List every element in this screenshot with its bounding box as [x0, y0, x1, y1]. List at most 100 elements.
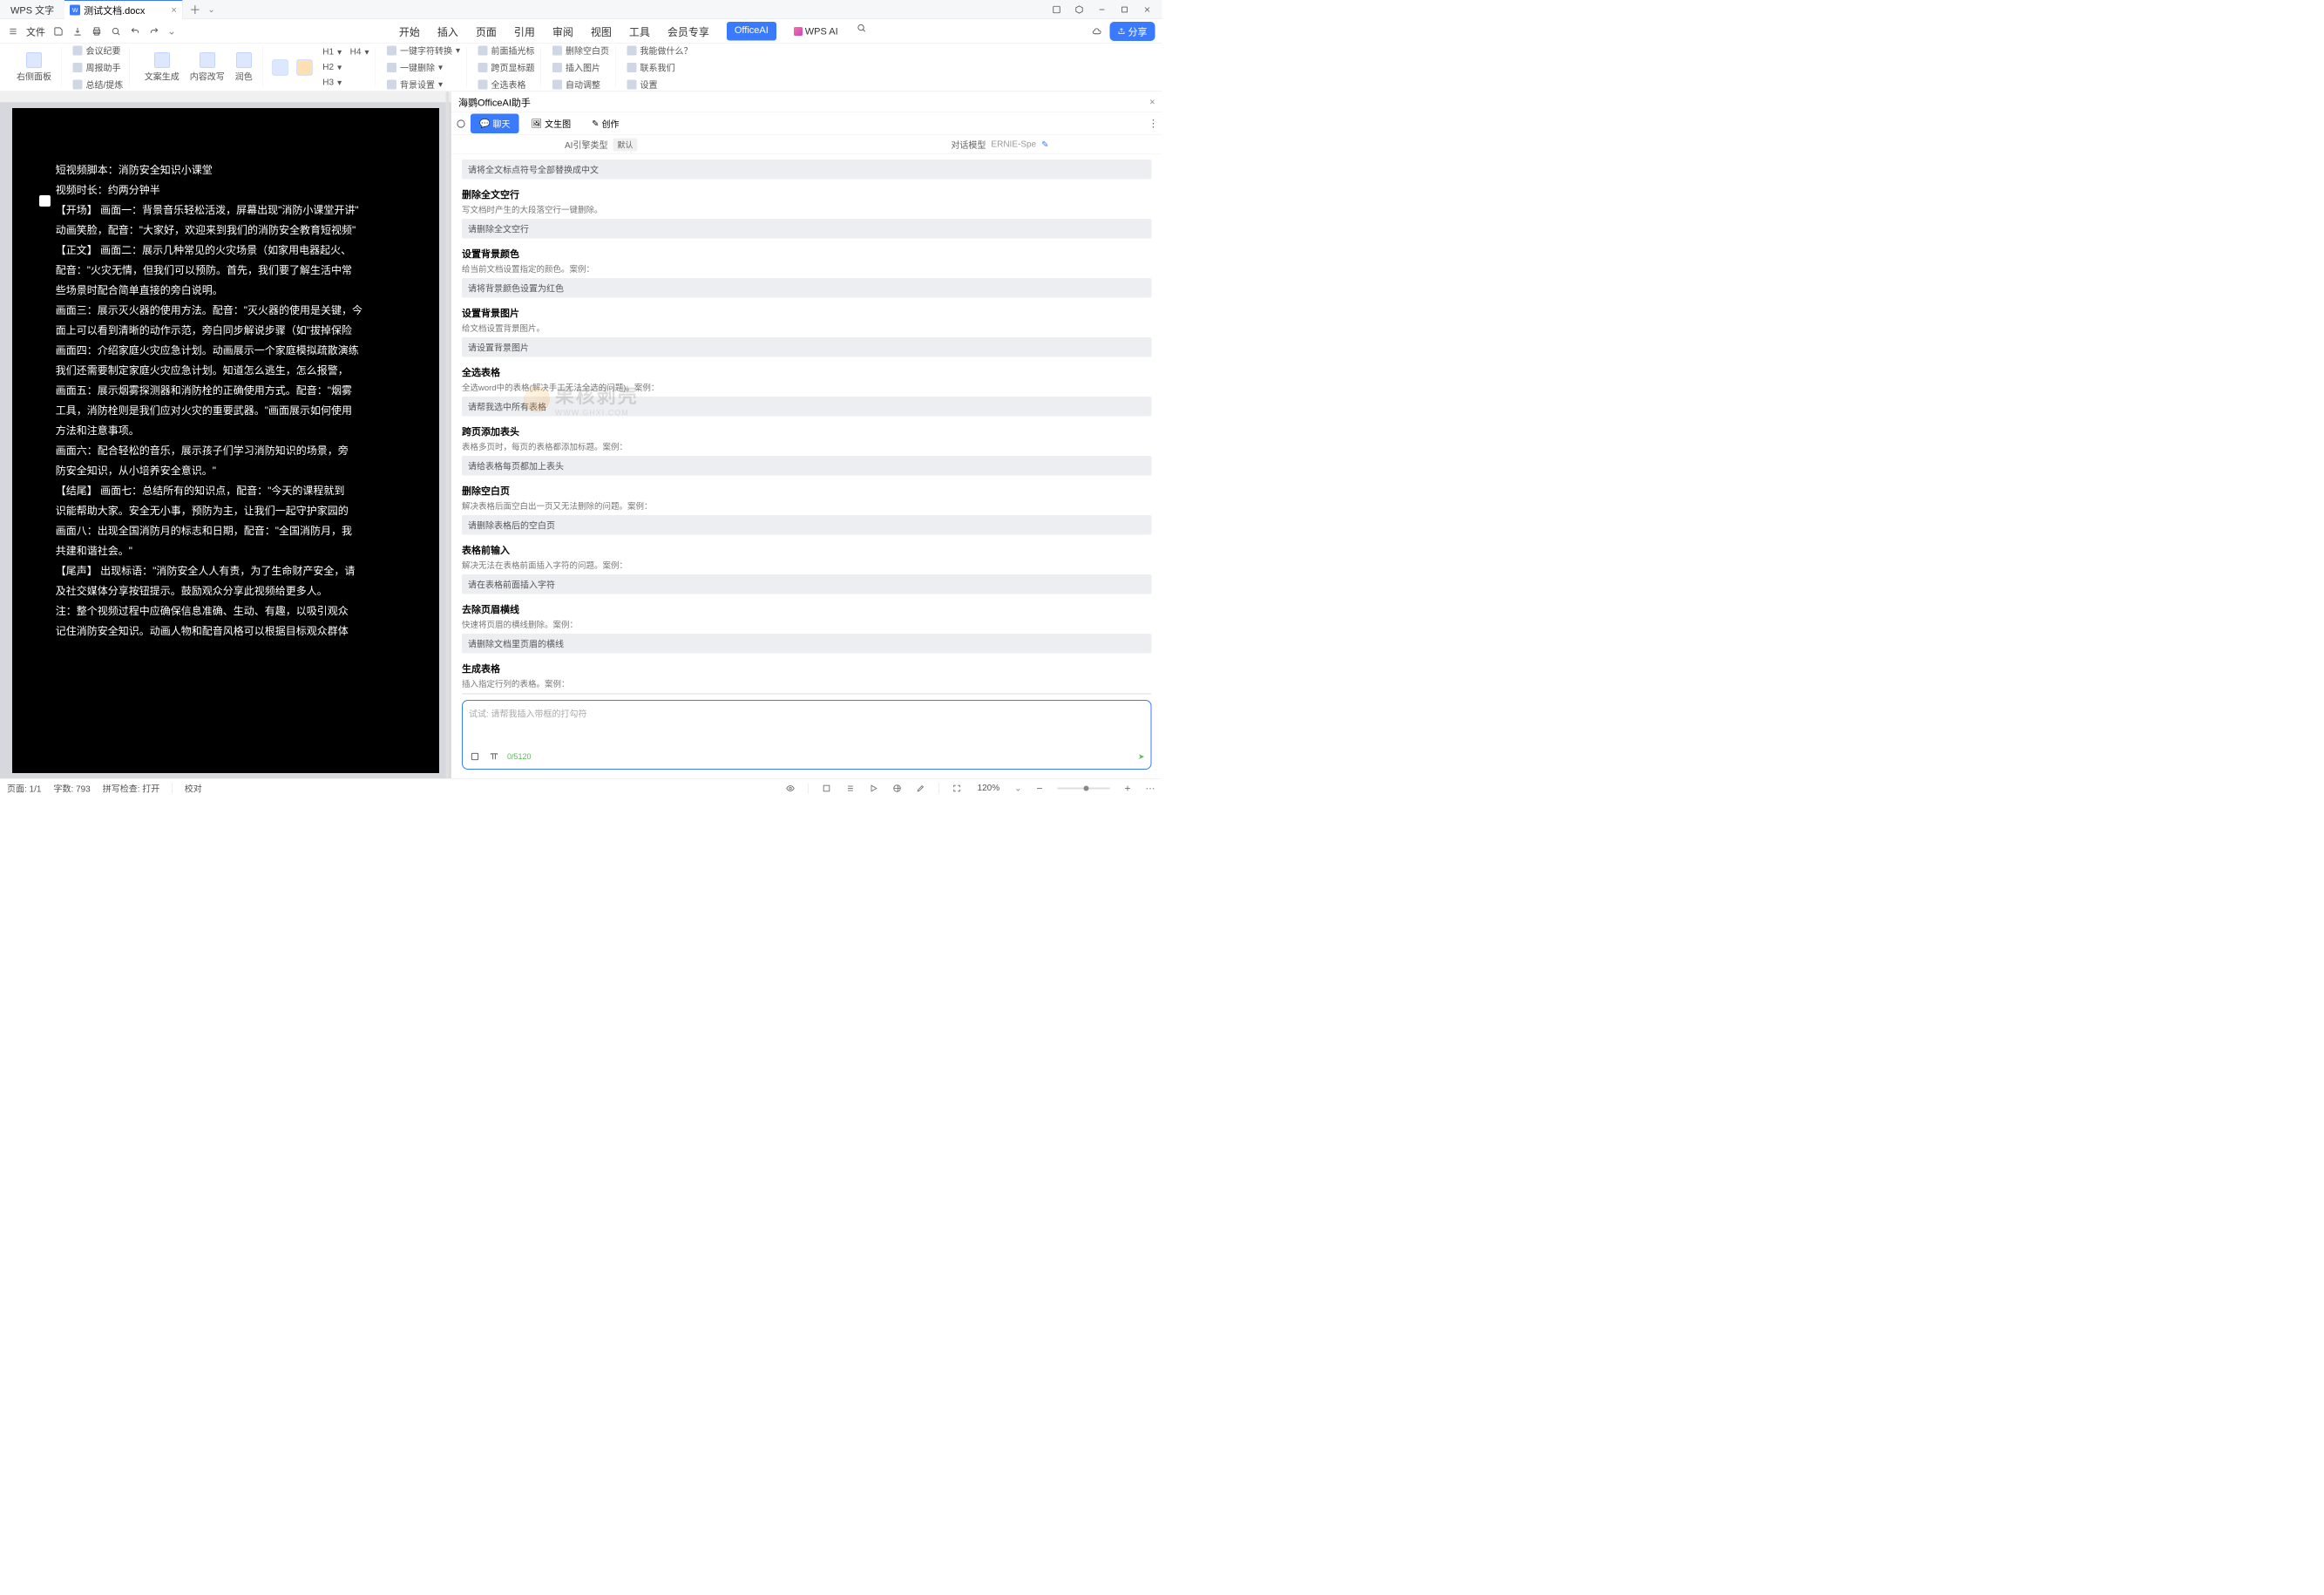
- toolbar-dropdown-icon[interactable]: ⌄: [167, 25, 176, 38]
- ai-suggestion-command[interactable]: 请设置背景图片: [462, 337, 1152, 357]
- ai-model-value[interactable]: ERNIE-Spe: [991, 139, 1036, 150]
- view-eye-icon[interactable]: [785, 783, 796, 794]
- close-tab-icon[interactable]: ×: [171, 4, 176, 16]
- document-tab[interactable]: W 测试文档.docx ×: [64, 0, 182, 19]
- view-list-icon[interactable]: [844, 783, 856, 794]
- new-tab-button[interactable]: ＋: [189, 2, 200, 18]
- menu-tab-page[interactable]: 页面: [476, 22, 497, 41]
- heading-block-icon[interactable]: [272, 59, 288, 75]
- document-line[interactable]: 我们还需要制定家庭火灾应急计划。知道怎么逃生，怎么报警，: [56, 361, 396, 381]
- menu-tab-tools[interactable]: 工具: [629, 22, 650, 41]
- document-line[interactable]: 【尾声】 出现标语："消防安全人人有责，为了生命财产安全，请: [56, 561, 396, 581]
- ai-tab-create[interactable]: ✎创作: [583, 114, 627, 134]
- close-window-icon[interactable]: [1142, 3, 1154, 16]
- ai-suggestion-command[interactable]: 请帮我插入一个5行3列的表格: [462, 693, 1152, 695]
- view-play-icon[interactable]: [868, 783, 879, 794]
- document-line[interactable]: 些场景时配合简单直接的旁白说明。: [56, 281, 396, 301]
- gutter-menu-icon[interactable]: [39, 195, 51, 207]
- ai-home-icon[interactable]: [455, 118, 467, 130]
- status-spellcheck[interactable]: 拼写检查: 打开: [103, 782, 160, 795]
- menu-tab-reference[interactable]: 引用: [514, 22, 535, 41]
- document-page[interactable]: 短视频脚本：消防安全知识小课堂视频时长：约两分钟半【开场】 画面一：背景音乐轻松…: [12, 108, 439, 773]
- ribbon-delete-blank-page[interactable]: 删除空白页: [551, 44, 611, 58]
- document-line[interactable]: 画面五：展示烟雾探测器和消防栓的正确使用方式。配音："烟雾: [56, 381, 396, 401]
- ribbon-side-panel[interactable]: 右侧面板: [11, 52, 57, 83]
- minimize-icon[interactable]: [1096, 3, 1108, 16]
- ai-suggestion-command[interactable]: 请将全文标点符号全部替换成中文: [462, 160, 1152, 180]
- ai-suggestion-command[interactable]: 请给表格每页都加上表头: [462, 456, 1152, 476]
- ai-suggestion-command[interactable]: 请帮我选中所有表格: [462, 397, 1152, 417]
- document-line[interactable]: 记住消防安全知识。动画人物和配音风格可以根据目标观众群体: [56, 621, 396, 641]
- search-icon[interactable]: [856, 22, 868, 34]
- document-line[interactable]: 防安全知识，从小培养安全意识。": [56, 461, 396, 481]
- ribbon-insert-cursor[interactable]: 前面插光标: [476, 44, 536, 58]
- print-preview-icon[interactable]: [110, 25, 122, 37]
- menu-tab-review[interactable]: 审阅: [552, 22, 573, 41]
- menu-tab-view[interactable]: 视图: [591, 22, 612, 41]
- zoom-slider[interactable]: [1058, 787, 1110, 789]
- document-line[interactable]: 画面四：介绍家庭火灾应急计划。动画展示一个家庭模拟疏散演练: [56, 341, 396, 361]
- share-button[interactable]: 分享: [1109, 22, 1155, 41]
- ribbon-weekly-report[interactable]: 周报助手: [71, 60, 125, 75]
- ribbon-rewrite[interactable]: 内容改写: [185, 52, 230, 83]
- statusbar-more-icon[interactable]: ⋯: [1146, 783, 1155, 794]
- ai-more-icon[interactable]: ⋮: [1148, 118, 1159, 131]
- document-line[interactable]: 动画笑脸，配音："大家好，欢迎来到我们的消防安全教育短视频": [56, 221, 396, 241]
- wps-ai-button[interactable]: WPS AI: [794, 22, 838, 41]
- window-layout-icon[interactable]: [1051, 3, 1063, 16]
- ai-suggestions-list[interactable]: 果核剥壳 WWW.GHXI.COM 请将全文标点符号全部替换成中文删除全文空行写…: [451, 154, 1162, 695]
- ribbon-auto-adjust[interactable]: 自动调整: [551, 78, 611, 92]
- ai-input-box[interactable]: 试试: 请帮我插入带框的打勾符 0/5120 ➤: [462, 700, 1152, 770]
- ribbon-h2[interactable]: H2 ▾: [321, 61, 370, 74]
- maximize-icon[interactable]: [1119, 3, 1131, 16]
- view-outline-icon[interactable]: [821, 783, 832, 794]
- document-line[interactable]: 画面六：配合轻松的音乐，展示孩子们学习消防知识的场景，旁: [56, 441, 396, 461]
- ribbon-meeting-notes[interactable]: 会议纪要: [71, 44, 125, 58]
- ribbon-help[interactable]: 我能做什么？: [625, 44, 694, 58]
- ai-model-edit-icon[interactable]: ✎: [1041, 139, 1048, 151]
- ribbon-generate-text[interactable]: 文案生成: [139, 52, 185, 83]
- ribbon-select-all-tables[interactable]: 全选表格: [476, 78, 536, 92]
- ai-suggestion-command[interactable]: 请将背景颜色设置为红色: [462, 278, 1152, 298]
- zoom-dropdown-icon[interactable]: ⌄: [1014, 783, 1021, 794]
- document-line[interactable]: 【正文】 画面二：展示几种常见的火灾场景（如家用电器起火、: [56, 241, 396, 261]
- ruler[interactable]: [0, 92, 451, 103]
- status-proofread[interactable]: 校对: [185, 782, 202, 795]
- ai-suggestion-command[interactable]: 请删除文档里页眉的横线: [462, 634, 1152, 654]
- ribbon-one-click-delete[interactable]: 一键删除 ▾: [385, 60, 462, 75]
- office-ai-tab[interactable]: OfficeAI: [727, 22, 776, 41]
- ai-tab-text2img[interactable]: 🖼文生图: [522, 114, 579, 134]
- status-page[interactable]: 页面: 1/1: [7, 782, 41, 795]
- document-line[interactable]: 方法和注意事项。: [56, 421, 396, 441]
- redo-icon[interactable]: [148, 25, 160, 37]
- menu-icon[interactable]: [7, 25, 19, 37]
- ribbon-h3[interactable]: H3 ▾: [321, 77, 370, 90]
- ribbon-bg-setting[interactable]: 背景设置 ▾: [385, 78, 462, 92]
- document-line[interactable]: 注：整个视频过程中应确保信息准确、生动、有趣，以吸引观众: [56, 601, 396, 621]
- ai-suggestion-command[interactable]: 请在表格前面插入字符: [462, 574, 1152, 594]
- menu-tab-insert[interactable]: 插入: [437, 22, 458, 41]
- document-line[interactable]: 画面三：展示灭火器的使用方法。配音："灭火器的使用是关键，今: [56, 301, 396, 321]
- ribbon-polish[interactable]: 润色: [230, 52, 258, 83]
- document-line[interactable]: 【开场】 画面一：背景音乐轻松活泼，屏幕出现"消防小课堂开讲": [56, 200, 396, 221]
- app-tab[interactable]: WPS 文字: [0, 3, 64, 17]
- ribbon-settings[interactable]: 设置: [625, 78, 694, 92]
- menu-tab-start[interactable]: 开始: [399, 22, 420, 41]
- document-line[interactable]: 共建和谐社会。": [56, 541, 396, 561]
- document-line[interactable]: 视频时长：约两分钟半: [56, 180, 396, 200]
- status-word-count[interactable]: 字数: 793: [53, 782, 90, 795]
- ribbon-summary[interactable]: 总结/提炼: [71, 78, 125, 92]
- ai-engine-default-button[interactable]: 默认: [613, 138, 637, 151]
- document-line[interactable]: 识能帮助大家。安全无小事，预防为主，让我们一起守护家园的: [56, 501, 396, 521]
- print-icon[interactable]: [91, 25, 103, 37]
- highlight-icon[interactable]: [296, 59, 312, 75]
- save-icon[interactable]: [52, 25, 64, 37]
- view-web-icon[interactable]: [891, 783, 903, 794]
- ribbon-char-convert[interactable]: 一键字符转换 ▾: [385, 44, 462, 58]
- export-icon[interactable]: [71, 25, 84, 37]
- ribbon-contact[interactable]: 联系我们: [625, 60, 694, 75]
- ai-attach-icon[interactable]: [469, 750, 481, 763]
- zoom-percentage[interactable]: 120%: [975, 784, 1003, 794]
- tab-dropdown-icon[interactable]: ⌄: [207, 4, 214, 16]
- document-line[interactable]: 面上可以看到清晰的动作示范，旁白同步解说步骤（如"拔掉保险: [56, 321, 396, 341]
